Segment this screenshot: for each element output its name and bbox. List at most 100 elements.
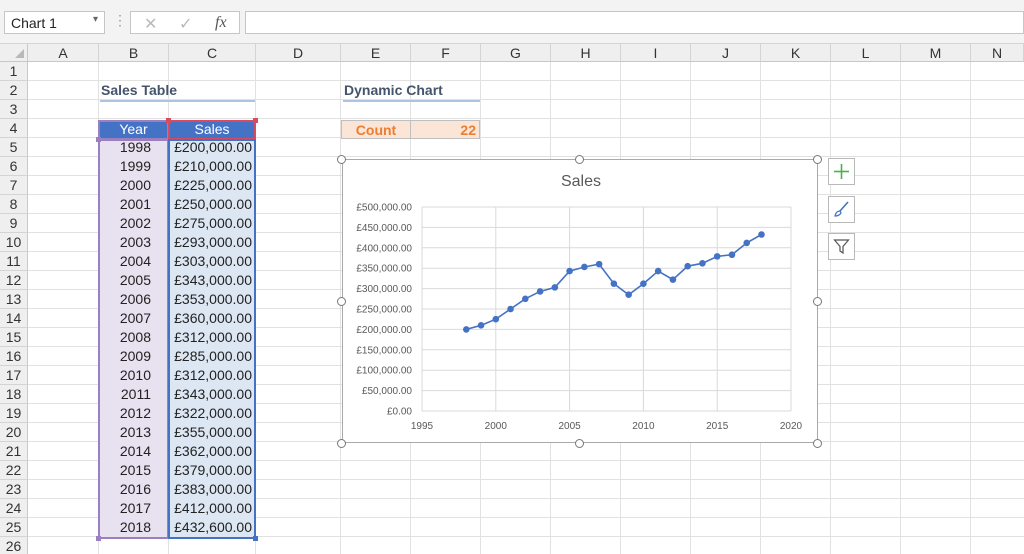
select-all-button[interactable]: [0, 44, 28, 62]
x-tick-label: 2015: [706, 421, 729, 432]
column-header-n[interactable]: N: [971, 44, 1024, 62]
chart-elements-button[interactable]: [828, 158, 855, 185]
year-range-handle[interactable]: [96, 137, 101, 142]
year-range-highlight: [98, 139, 169, 539]
enter-icon[interactable]: ✓: [179, 14, 192, 34]
row-header-18[interactable]: 18: [0, 385, 28, 404]
cancel-icon[interactable]: ✕: [144, 14, 157, 34]
data-point: [522, 295, 529, 303]
data-point: [728, 251, 736, 259]
data-point: [640, 280, 647, 288]
column-header-m[interactable]: M: [901, 44, 971, 62]
chart-title: Sales: [561, 173, 601, 190]
chart-resize-handle[interactable]: [575, 439, 584, 448]
x-tick-label: 2005: [558, 421, 581, 432]
chart-resize-handle[interactable]: [575, 155, 584, 164]
data-point: [684, 262, 691, 270]
chart-styles-button[interactable]: [828, 196, 855, 223]
column-header-g[interactable]: G: [481, 44, 551, 62]
sales-header-handle[interactable]: [166, 118, 171, 123]
plus-icon: [834, 164, 849, 179]
name-box-dropdown-icon[interactable]: ▾: [93, 14, 98, 25]
row-header-11[interactable]: 11: [0, 252, 28, 271]
row-header-3[interactable]: 3: [0, 100, 28, 119]
y-tick-label: £250,000.00: [356, 305, 412, 316]
row-header-26[interactable]: 26: [0, 537, 28, 554]
dynamic-chart-title[interactable]: Dynamic Chart: [341, 81, 501, 100]
x-tick-label: 2010: [632, 421, 655, 432]
formula-input[interactable]: [245, 11, 1024, 34]
row-header-13[interactable]: 13: [0, 290, 28, 309]
data-point: [536, 288, 544, 295]
row-header-23[interactable]: 23: [0, 480, 28, 499]
insert-function-icon[interactable]: fx: [215, 14, 227, 32]
row-header-17[interactable]: 17: [0, 366, 28, 385]
sales-chart-plot: Sales £0.00 £50,000.00 £100,000.00 £150,000.…: [356, 173, 803, 432]
chart-resize-handle[interactable]: [813, 439, 822, 448]
row-header-24[interactable]: 24: [0, 499, 28, 518]
row-header-20[interactable]: 20: [0, 423, 28, 442]
sales-header-handle[interactable]: [253, 118, 258, 123]
column-header-d[interactable]: D: [256, 44, 341, 62]
column-header-h[interactable]: H: [551, 44, 621, 62]
chart-resize-handle[interactable]: [337, 155, 346, 164]
sales-chart[interactable]: Sales £0.00 £50,000.00 £100,000.00 £150,000.…: [342, 159, 818, 443]
chart-resize-handle[interactable]: [337, 439, 346, 448]
row-header-8[interactable]: 8: [0, 195, 28, 214]
column-header-f[interactable]: F: [411, 44, 481, 62]
sales-header-highlight: [168, 120, 256, 140]
row-header-15[interactable]: 15: [0, 328, 28, 347]
count-label-cell[interactable]: Count: [341, 120, 411, 139]
grid-line: [28, 118, 1024, 119]
column-header-b[interactable]: B: [99, 44, 169, 62]
filter-icon: [833, 239, 850, 255]
row-header-5[interactable]: 5: [0, 138, 28, 157]
column-header-k[interactable]: K: [761, 44, 831, 62]
row-header-7[interactable]: 7: [0, 176, 28, 195]
row-header-19[interactable]: 19: [0, 404, 28, 423]
count-value-cell[interactable]: 22: [411, 120, 480, 139]
column-header-j[interactable]: J: [691, 44, 761, 62]
row-header-12[interactable]: 12: [0, 271, 28, 290]
row-header-14[interactable]: 14: [0, 309, 28, 328]
y-tick-label: £150,000.00: [356, 345, 412, 356]
x-tick-label: 2000: [485, 421, 508, 432]
data-point: [551, 284, 559, 291]
name-box[interactable]: Chart 1 ▾: [4, 11, 105, 34]
y-tick-label: £450,000.00: [356, 223, 412, 234]
row-header-4[interactable]: 4: [0, 119, 28, 138]
row-header-21[interactable]: 21: [0, 442, 28, 461]
sales-range-handle[interactable]: [253, 536, 258, 541]
y-tick-label: £400,000.00: [356, 243, 412, 254]
x-tick-label: 1995: [411, 421, 434, 432]
x-tick-label: 2020: [780, 421, 803, 432]
chart-filters-button[interactable]: [828, 233, 855, 260]
column-header-a[interactable]: A: [28, 44, 99, 62]
y-tick-label: £350,000.00: [356, 264, 412, 275]
row-header-1[interactable]: 1: [0, 62, 28, 81]
data-point: [610, 280, 618, 288]
row-header-25[interactable]: 25: [0, 518, 28, 537]
sales-table-title[interactable]: Sales Table: [98, 81, 258, 100]
column-header-e[interactable]: E: [341, 44, 411, 62]
row-header-16[interactable]: 16: [0, 347, 28, 366]
row-header-2[interactable]: 2: [0, 81, 28, 100]
column-header-l[interactable]: L: [831, 44, 901, 62]
row-header-22[interactable]: 22: [0, 461, 28, 480]
chart-resize-handle[interactable]: [813, 297, 822, 306]
data-point: [654, 267, 662, 275]
sales-table-title-underline: [100, 100, 255, 102]
y-tick-label: £500,000.00: [356, 203, 412, 214]
data-point: [566, 267, 573, 275]
column-header-c[interactable]: C: [169, 44, 256, 62]
column-header-i[interactable]: I: [621, 44, 691, 62]
year-range-handle[interactable]: [96, 536, 101, 541]
row-header-9[interactable]: 9: [0, 214, 28, 233]
formula-bar: Chart 1 ▾ ⋮ ✕ ✓ fx: [0, 0, 1024, 44]
paintbrush-icon: [834, 201, 849, 217]
row-header-10[interactable]: 10: [0, 233, 28, 252]
chart-resize-handle[interactable]: [813, 155, 822, 164]
row-header-6[interactable]: 6: [0, 157, 28, 176]
formula-bar-grip-icon: ⋮: [113, 12, 127, 28]
chart-resize-handle[interactable]: [337, 297, 346, 306]
